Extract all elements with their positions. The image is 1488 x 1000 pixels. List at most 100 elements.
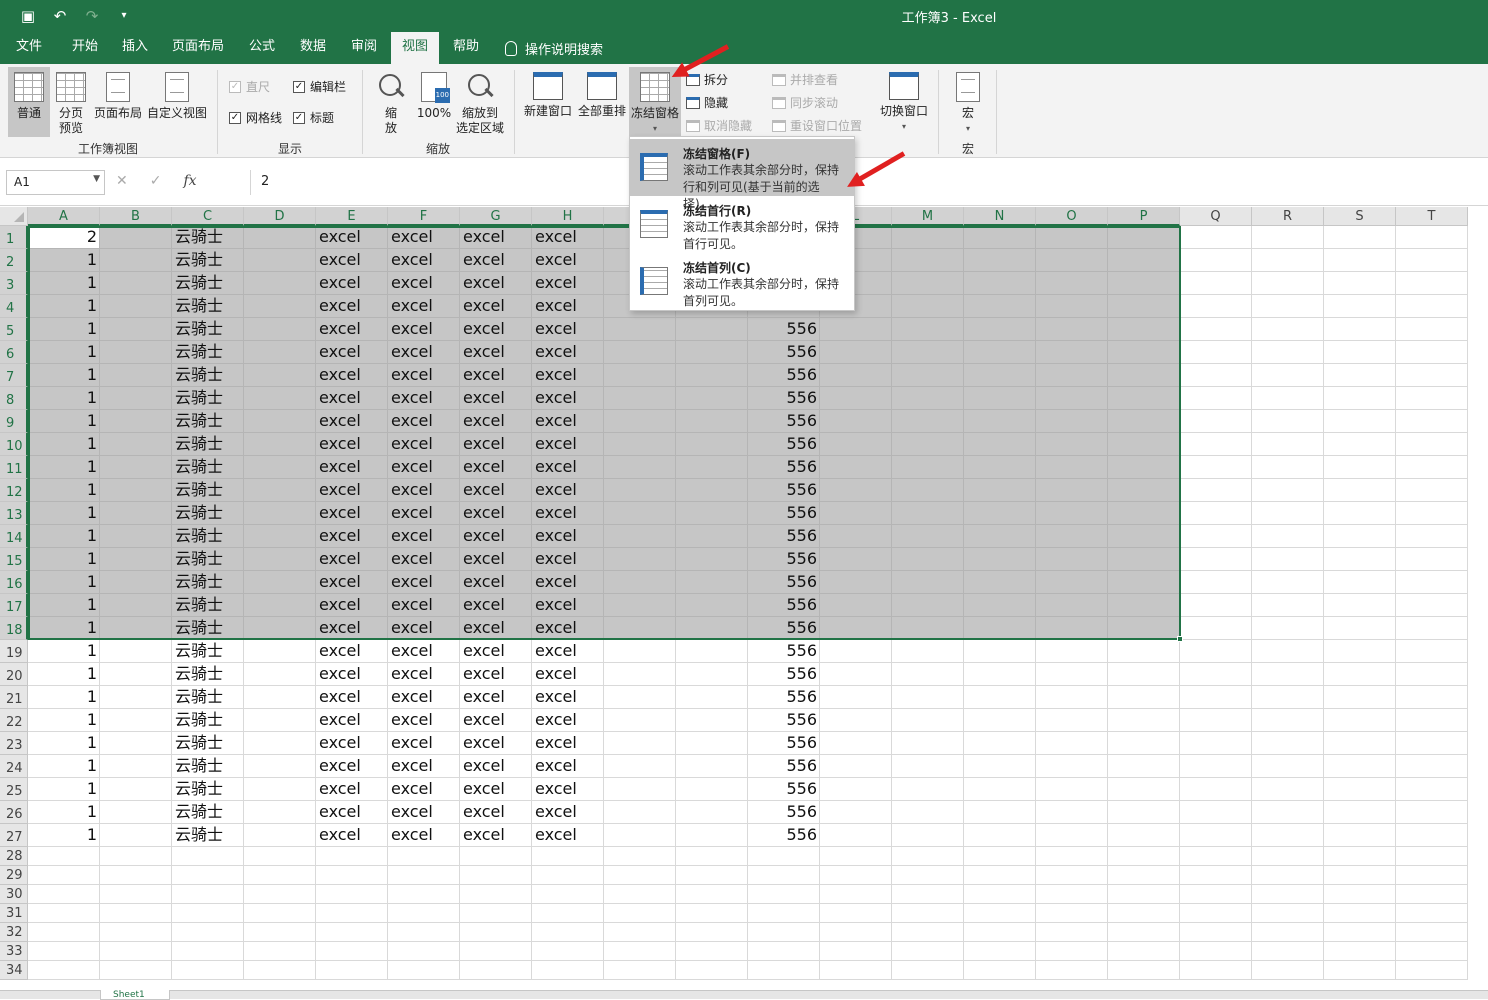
cell-D16[interactable]: [244, 571, 316, 594]
cell-F5[interactable]: excel: [388, 318, 460, 341]
sync-scroll-button[interactable]: 同步滚动: [772, 94, 838, 111]
cell-N21[interactable]: [964, 686, 1036, 709]
row-header[interactable]: 33: [0, 942, 28, 961]
cell-B2[interactable]: [100, 249, 172, 272]
cell-S33[interactable]: [1324, 942, 1396, 961]
cell-T24[interactable]: [1396, 755, 1468, 778]
cell-T10[interactable]: [1396, 433, 1468, 456]
row-header[interactable]: 22: [0, 709, 28, 732]
row-header[interactable]: 2: [0, 249, 28, 272]
cell-N24[interactable]: [964, 755, 1036, 778]
cell-T28[interactable]: [1396, 847, 1468, 866]
cell-C19[interactable]: 云骑士: [172, 640, 244, 663]
cell-C4[interactable]: 云骑士: [172, 295, 244, 318]
custom-views-button[interactable]: 自定义视图: [146, 72, 208, 121]
cell-A6[interactable]: 1: [28, 341, 100, 364]
row-header[interactable]: 5: [0, 318, 28, 341]
cell-B11[interactable]: [100, 456, 172, 479]
column-header[interactable]: C: [172, 207, 244, 226]
cell-H10[interactable]: excel: [532, 433, 604, 456]
cell-P24[interactable]: [1108, 755, 1180, 778]
cell-O8[interactable]: [1036, 387, 1108, 410]
cell-Q8[interactable]: [1180, 387, 1252, 410]
cell-B5[interactable]: [100, 318, 172, 341]
cell-G29[interactable]: [460, 866, 532, 885]
cell-J23[interactable]: [676, 732, 748, 755]
cell-Q18[interactable]: [1180, 617, 1252, 640]
cell-O7[interactable]: [1036, 364, 1108, 387]
cell-M4[interactable]: [892, 295, 964, 318]
cell-L15[interactable]: [820, 548, 892, 571]
cell-R24[interactable]: [1252, 755, 1324, 778]
cell-P4[interactable]: [1108, 295, 1180, 318]
tab-view[interactable]: 视图: [391, 32, 439, 64]
cell-O33[interactable]: [1036, 942, 1108, 961]
cell-B6[interactable]: [100, 341, 172, 364]
cell-C32[interactable]: [172, 923, 244, 942]
cell-T21[interactable]: [1396, 686, 1468, 709]
cell-I31[interactable]: [604, 904, 676, 923]
cell-H11[interactable]: excel: [532, 456, 604, 479]
cell-R6[interactable]: [1252, 341, 1324, 364]
cell-M26[interactable]: [892, 801, 964, 824]
cell-E14[interactable]: excel: [316, 525, 388, 548]
cell-P32[interactable]: [1108, 923, 1180, 942]
cell-J5[interactable]: [676, 318, 748, 341]
tab-file[interactable]: 文件: [6, 32, 52, 64]
cell-G7[interactable]: excel: [460, 364, 532, 387]
cell-P23[interactable]: [1108, 732, 1180, 755]
cell-T30[interactable]: [1396, 885, 1468, 904]
column-header[interactable]: F: [388, 207, 460, 226]
cell-J21[interactable]: [676, 686, 748, 709]
cell-G16[interactable]: excel: [460, 571, 532, 594]
cell-G22[interactable]: excel: [460, 709, 532, 732]
cell-H20[interactable]: excel: [532, 663, 604, 686]
cell-O34[interactable]: [1036, 961, 1108, 980]
cell-N12[interactable]: [964, 479, 1036, 502]
cell-E28[interactable]: [316, 847, 388, 866]
row-header[interactable]: 17: [0, 594, 28, 617]
cell-S22[interactable]: [1324, 709, 1396, 732]
cell-E21[interactable]: excel: [316, 686, 388, 709]
tab-review[interactable]: 审阅: [342, 32, 386, 64]
cell-F26[interactable]: excel: [388, 801, 460, 824]
cell-C33[interactable]: [172, 942, 244, 961]
cell-D27[interactable]: [244, 824, 316, 847]
cell-O20[interactable]: [1036, 663, 1108, 686]
cell-T27[interactable]: [1396, 824, 1468, 847]
cell-G18[interactable]: excel: [460, 617, 532, 640]
cell-S3[interactable]: [1324, 272, 1396, 295]
cell-O9[interactable]: [1036, 410, 1108, 433]
cell-E20[interactable]: excel: [316, 663, 388, 686]
cell-P30[interactable]: [1108, 885, 1180, 904]
cell-H15[interactable]: excel: [532, 548, 604, 571]
cell-S17[interactable]: [1324, 594, 1396, 617]
cell-G34[interactable]: [460, 961, 532, 980]
cell-R11[interactable]: [1252, 456, 1324, 479]
cell-N32[interactable]: [964, 923, 1036, 942]
cell-R15[interactable]: [1252, 548, 1324, 571]
column-header[interactable]: G: [460, 207, 532, 226]
cell-A2[interactable]: 1: [28, 249, 100, 272]
cell-N6[interactable]: [964, 341, 1036, 364]
cell-R20[interactable]: [1252, 663, 1324, 686]
row-header[interactable]: 27: [0, 824, 28, 847]
cell-C14[interactable]: 云骑士: [172, 525, 244, 548]
cell-I19[interactable]: [604, 640, 676, 663]
row-header[interactable]: 34: [0, 961, 28, 980]
column-header[interactable]: A: [28, 207, 100, 226]
cell-I29[interactable]: [604, 866, 676, 885]
cell-R18[interactable]: [1252, 617, 1324, 640]
cell-O3[interactable]: [1036, 272, 1108, 295]
cell-M22[interactable]: [892, 709, 964, 732]
cell-D19[interactable]: [244, 640, 316, 663]
cell-M30[interactable]: [892, 885, 964, 904]
cell-A26[interactable]: 1: [28, 801, 100, 824]
tab-home[interactable]: 开始: [60, 32, 110, 64]
cell-S21[interactable]: [1324, 686, 1396, 709]
cell-P5[interactable]: [1108, 318, 1180, 341]
cell-K14[interactable]: 556: [748, 525, 820, 548]
cell-Q10[interactable]: [1180, 433, 1252, 456]
cell-G21[interactable]: excel: [460, 686, 532, 709]
cell-D17[interactable]: [244, 594, 316, 617]
